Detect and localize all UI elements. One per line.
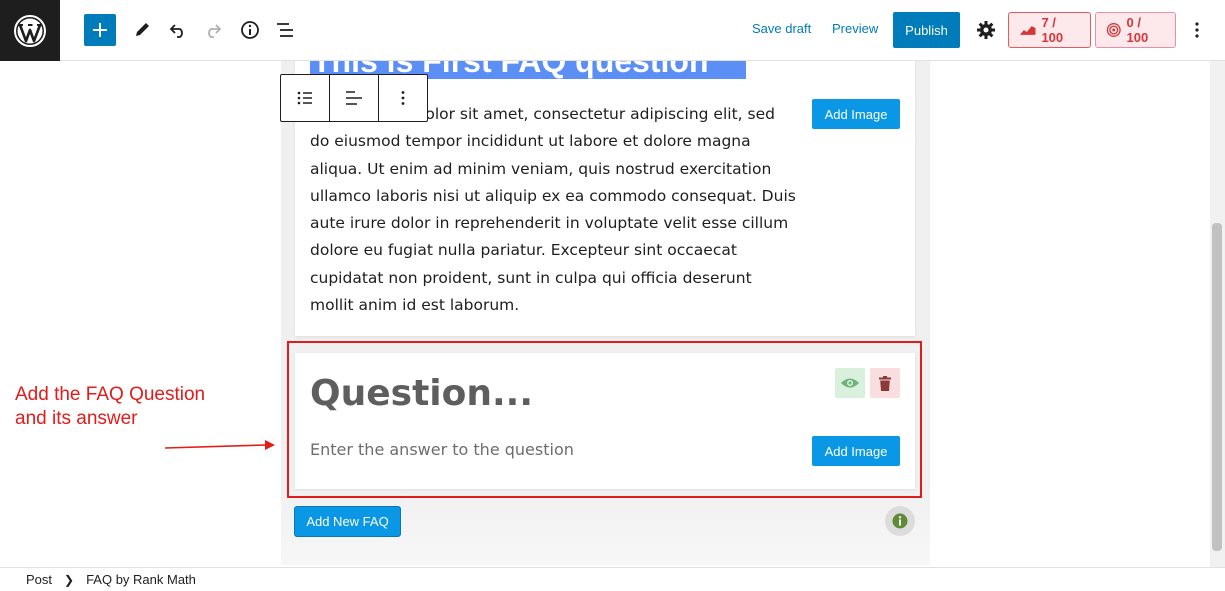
add-image-button[interactable]: Add Image — [812, 99, 900, 129]
canvas-scrollbar-thumb[interactable] — [1212, 223, 1222, 551]
more-vertical-icon — [401, 91, 405, 105]
breadcrumb-post[interactable]: Post — [26, 572, 52, 587]
faq-help-button[interactable] — [885, 506, 915, 536]
annotation-text: Add the FAQ Question and its answer — [15, 383, 205, 431]
content-score-button[interactable]: 0 / 100 — [1095, 12, 1176, 48]
editor-top-toolbar: Save draft Preview Publish 7 / 100 0 / 1… — [0, 0, 1225, 61]
wordpress-logo-icon[interactable] — [0, 0, 60, 61]
info-icon — [241, 21, 259, 39]
annotation-line-2: and its answer — [15, 408, 138, 429]
gear-icon — [977, 21, 995, 39]
annotation-line-1: Add the FAQ Question — [15, 384, 206, 405]
redo-icon — [208, 24, 222, 38]
list-block-button[interactable] — [281, 75, 330, 121]
breadcrumb-separator-icon: ❯ — [64, 572, 75, 587]
rank-math-icon — [1019, 26, 1036, 35]
list-bullets-icon — [297, 91, 312, 105]
block-options-button[interactable] — [379, 75, 427, 121]
seo-score-button[interactable]: 7 / 100 — [1008, 12, 1091, 48]
breadcrumb-faq-block[interactable]: FAQ by Rank Math — [86, 572, 196, 587]
annotation-arrow-icon — [164, 440, 275, 450]
add-new-faq-button[interactable]: Add New FAQ — [294, 506, 401, 537]
fingerprint-icon — [1106, 23, 1121, 37]
settings-button[interactable] — [970, 14, 1002, 46]
content-score-value: 0 / 100 — [1126, 15, 1149, 45]
faq-answer-text[interactable]: Lorem ipsum dolor sit amet, consectetur … — [310, 101, 798, 319]
tools-button[interactable] — [126, 14, 158, 46]
details-button[interactable] — [234, 14, 266, 46]
block-breadcrumb: Post ❯ FAQ by Rank Math — [0, 567, 1225, 591]
info-icon — [892, 513, 908, 529]
list-view-button[interactable] — [270, 14, 302, 46]
editor-app: Save draft Preview Publish 7 / 100 0 / 1… — [0, 0, 1225, 591]
undo-icon — [169, 24, 183, 38]
annotation-highlight-box — [287, 341, 922, 498]
preview-button[interactable]: Preview — [832, 21, 878, 36]
pencil-icon — [136, 23, 149, 36]
options-menu-button[interactable] — [1181, 14, 1213, 46]
list-view-icon — [277, 23, 293, 37]
editor-canvas: This is First FAQ question Lorem ipsum d… — [0, 61, 1225, 567]
save-draft-button[interactable]: Save draft — [752, 21, 811, 36]
more-vertical-icon — [1195, 22, 1199, 38]
align-button[interactable] — [330, 75, 379, 121]
add-block-button[interactable] — [84, 14, 116, 46]
block-toolbar — [280, 74, 428, 122]
seo-score-value: 7 / 100 — [1041, 15, 1064, 45]
undo-button[interactable] — [162, 14, 194, 46]
plus-icon — [93, 23, 107, 37]
redo-button[interactable] — [197, 14, 229, 46]
align-left-icon — [346, 91, 362, 105]
publish-button[interactable]: Publish — [893, 12, 960, 48]
